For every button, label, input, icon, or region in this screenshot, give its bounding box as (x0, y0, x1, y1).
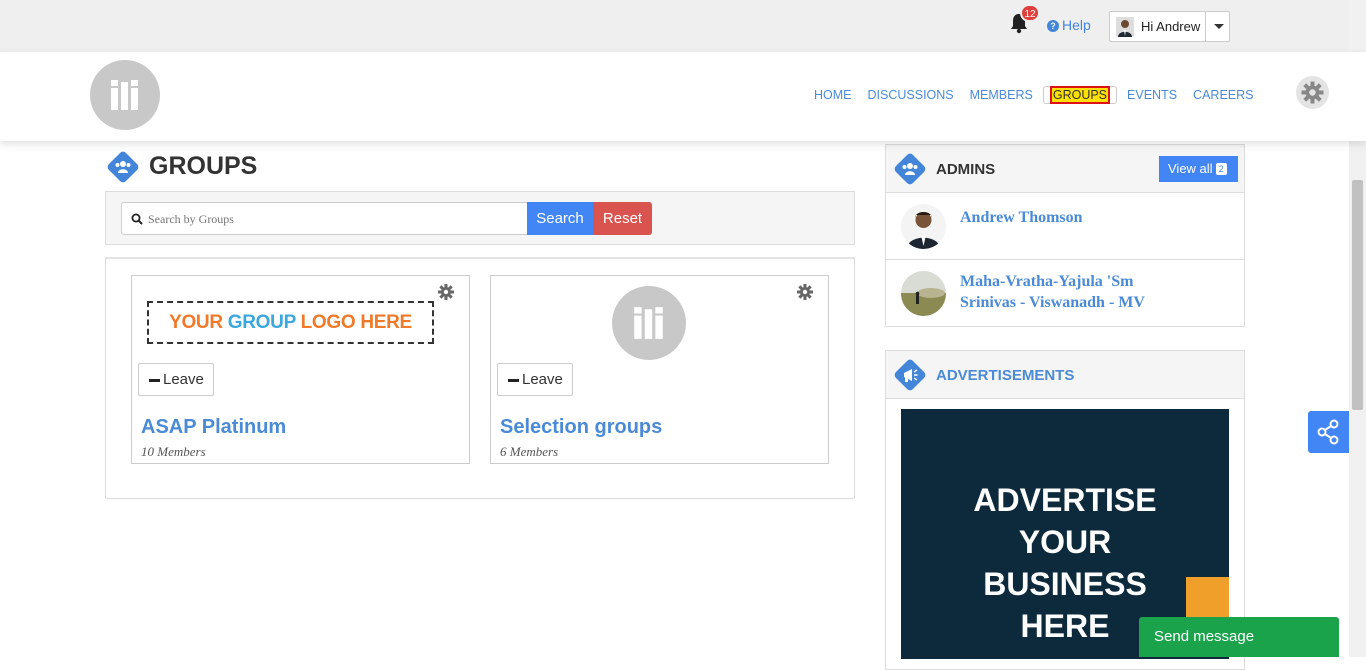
page-title: GROUPS (149, 152, 258, 180)
nav-menu: HOME DISCUSSIONS MEMBERS GROUPS EVENTS C… (806, 86, 1261, 104)
nav-item-discussions[interactable]: DISCUSSIONS (860, 86, 962, 104)
share-button[interactable] (1308, 411, 1349, 453)
send-message-button[interactable]: Send message (1139, 617, 1339, 657)
nav-item-events[interactable]: EVENTS (1119, 86, 1185, 104)
member-count: 10 Members (141, 444, 206, 459)
top-bar: 12 ? Help Hi Andrew (0, 0, 1366, 52)
gear-icon (1301, 81, 1324, 104)
admins-panel: ADMINS View all 2 Andrew Thomson Maha-Vra… (885, 144, 1245, 327)
admins-title: ADMINS (936, 161, 996, 178)
ads-title: ADVERTISEMENTS (936, 367, 1075, 384)
users-icon (902, 163, 918, 175)
nav-item-groups[interactable]: GROUPS (1042, 86, 1118, 104)
search-box (121, 202, 528, 235)
scrollbar-thumb[interactable] (1352, 180, 1363, 410)
leave-button[interactable]: Leave (497, 363, 573, 396)
gear-icon[interactable] (795, 282, 815, 302)
admin-item[interactable]: Maha-Vratha-Yajula 'Sm Srinivas - Viswan… (886, 260, 1244, 327)
admin-name-line: Maha-Vratha-Yajula 'Sm (960, 273, 1134, 290)
view-all-button[interactable]: View all 2 (1159, 156, 1238, 182)
group-logo (612, 286, 686, 360)
users-icon (115, 161, 131, 173)
avatar (1116, 17, 1134, 37)
notification-badge: 12 (1020, 4, 1040, 22)
admin-name-line: Srinivas - Viswanadh - MV (960, 294, 1145, 311)
question-icon: ? (1047, 20, 1059, 32)
share-icon (1317, 419, 1339, 445)
settings-button[interactable] (1296, 76, 1329, 109)
logo-word: YOUR (169, 312, 223, 333)
nav-item-members[interactable]: MEMBERS (962, 86, 1041, 104)
nav-item-careers[interactable]: CAREERS (1185, 86, 1261, 104)
logo-word: GROUP (227, 312, 296, 333)
search-panel: Search Reset (105, 191, 855, 245)
megaphone-icon (904, 369, 918, 382)
search-icon (131, 213, 143, 225)
ad-line: BUSINESS (983, 566, 1147, 602)
nav-item-home[interactable]: HOME (806, 86, 860, 104)
ad-line: YOUR (1018, 524, 1112, 560)
logo-word: LOGO HERE (300, 312, 413, 333)
search-input[interactable] (148, 209, 518, 229)
site-logo[interactable] (90, 60, 160, 130)
admin-item[interactable]: Andrew Thomson (886, 193, 1244, 260)
admin-name-line: Andrew Thomson (960, 209, 1083, 226)
groups-list: YOUR GROUP LOGO HERE Leave ASAP Platinum… (105, 257, 855, 499)
chevron-down-icon[interactable] (1205, 12, 1230, 41)
help-link[interactable]: ? Help (1047, 17, 1091, 33)
group-name[interactable]: ASAP Platinum (141, 416, 286, 439)
ad-line: ADVERTISE (973, 482, 1157, 518)
search-button[interactable]: Search (527, 202, 593, 235)
group-logo: YOUR GROUP LOGO HERE (147, 301, 434, 344)
reset-button[interactable]: Reset (593, 202, 652, 235)
nav-item-groups-label: GROUPS (1049, 86, 1111, 104)
avatar (901, 271, 946, 316)
admin-name[interactable]: Maha-Vratha-Yajula 'Sm Srinivas - Viswan… (960, 271, 1145, 313)
ads-header: ADVERTISEMENTS (886, 351, 1244, 399)
view-all-label: View all (1168, 161, 1213, 176)
view-all-count: 2 (1215, 163, 1227, 175)
gear-icon[interactable] (436, 282, 456, 302)
group-card[interactable]: Leave Selection groups 6 Members (490, 275, 829, 464)
leave-button[interactable]: Leave (138, 363, 214, 396)
avatar (901, 204, 946, 249)
admins-header: ADMINS View all 2 (886, 145, 1244, 193)
group-card[interactable]: YOUR GROUP LOGO HERE Leave ASAP Platinum… (131, 275, 470, 464)
help-label: Help (1062, 17, 1091, 33)
group-name[interactable]: Selection groups (500, 416, 662, 439)
main-navbar: HOME DISCUSSIONS MEMBERS GROUPS EVENTS C… (0, 52, 1366, 141)
admin-name[interactable]: Andrew Thomson (960, 207, 1083, 228)
user-menu[interactable]: Hi Andrew (1109, 11, 1230, 42)
member-count: 6 Members (500, 444, 559, 459)
user-greeting: Hi Andrew (1141, 19, 1201, 34)
